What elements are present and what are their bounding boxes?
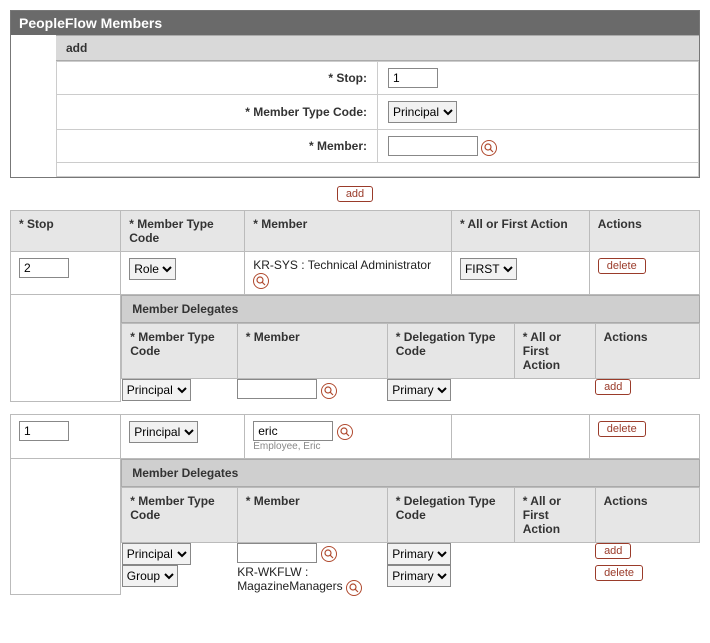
delegation-type-select[interactable]: Primary: [387, 565, 451, 587]
add-section-title: add: [56, 35, 699, 61]
member-label: * Member:: [57, 130, 378, 163]
add-form-table: * Stop: * Member Type Code: Principal * …: [56, 61, 699, 177]
delegate-member-text: KR-WKFLW : MagazineManagers: [237, 565, 342, 593]
member-row-text: KR-SYS : Technical Administrator: [253, 258, 431, 272]
delegate-row: Group KR-WKFLW : MagazineManagers Primary…: [122, 565, 699, 595]
col-member-type: * Member Type Code: [122, 324, 237, 379]
col-all-first: * All or First Action: [514, 324, 595, 379]
delegate-member-input[interactable]: [237, 543, 317, 563]
col-member: * Member: [245, 211, 452, 252]
col-all-first: * All or First Action: [514, 487, 595, 542]
search-icon[interactable]: [337, 424, 353, 440]
delegate-action-cell: [514, 379, 595, 402]
member-hint: Employee, Eric: [253, 441, 443, 452]
add-button[interactable]: add: [595, 379, 631, 395]
add-button[interactable]: add: [337, 186, 373, 202]
add-button[interactable]: add: [595, 543, 631, 559]
delegate-row: Principal Primary add: [122, 379, 699, 402]
col-delegation-type: * Delegation Type Code: [387, 324, 514, 379]
delegates-grid: * Member Type Code* Member* Delegation T…: [121, 323, 699, 401]
search-icon[interactable]: [346, 580, 362, 596]
delegate-member-type-select[interactable]: Principal: [122, 543, 191, 565]
delegate-action-cell: [514, 565, 595, 595]
delegates-grid: * Member Type Code* Member* Delegation T…: [121, 487, 699, 595]
stop-label: * Stop:: [57, 62, 378, 95]
delegate-member-type-select[interactable]: Principal: [122, 379, 191, 401]
all-first-select[interactable]: FIRST: [460, 258, 517, 280]
peopleflow-members-panel: PeopleFlow Members add * Stop: * Member …: [10, 10, 700, 178]
delegate-row: Principal Primary add: [122, 542, 699, 565]
member-type-row-select[interactable]: Principal: [129, 421, 198, 443]
member-delegates-title: Member Delegates: [121, 459, 699, 487]
member-row-input[interactable]: [253, 421, 333, 441]
col-actions: Actions: [589, 211, 699, 252]
member-input[interactable]: [388, 136, 478, 156]
col-member-type: * Member Type Code: [122, 487, 237, 542]
stop-row-input[interactable]: [19, 421, 69, 441]
delete-button[interactable]: delete: [595, 565, 643, 581]
delegation-type-select[interactable]: Primary: [387, 379, 451, 401]
delegates-wrap: Member Delegates* Member Type Code* Memb…: [11, 295, 700, 402]
delegation-type-select[interactable]: Primary: [387, 543, 451, 565]
col-member: * Member: [237, 487, 387, 542]
member-type-select[interactable]: Principal: [388, 101, 457, 123]
panel-title: PeopleFlow Members: [11, 11, 699, 35]
delegates-wrap: Member Delegates* Member Type Code* Memb…: [11, 458, 700, 595]
members-grid: * Stop* Member Type Code* Member* All or…: [10, 210, 700, 595]
delegate-action-cell: [514, 542, 595, 565]
member-type-row-select[interactable]: Role: [129, 258, 176, 280]
delegate-member-type-select[interactable]: Group: [122, 565, 178, 587]
delete-button[interactable]: delete: [598, 258, 646, 274]
col-stop: * Stop: [11, 211, 121, 252]
delete-button[interactable]: delete: [598, 421, 646, 437]
search-icon[interactable]: [321, 546, 337, 562]
stop-row-input[interactable]: [19, 258, 69, 278]
delegate-member-input[interactable]: [237, 379, 317, 399]
search-icon[interactable]: [481, 140, 497, 156]
search-icon[interactable]: [253, 273, 269, 289]
stop-input[interactable]: [388, 68, 438, 88]
member-row: Principal Employee, Eric delete: [11, 414, 700, 458]
col-delegation-type: * Delegation Type Code: [387, 487, 514, 542]
col-actions: Actions: [595, 324, 699, 379]
col-member: * Member: [237, 324, 387, 379]
col-member-type: * Member Type Code: [121, 211, 245, 252]
member-delegates-title: Member Delegates: [121, 295, 699, 323]
member-row: Role KR-SYS : Technical Administrator FIR…: [11, 252, 700, 295]
search-icon[interactable]: [321, 383, 337, 399]
col-all-first: * All or First Action: [451, 211, 589, 252]
col-actions: Actions: [595, 487, 699, 542]
member-type-label: * Member Type Code:: [57, 95, 378, 130]
